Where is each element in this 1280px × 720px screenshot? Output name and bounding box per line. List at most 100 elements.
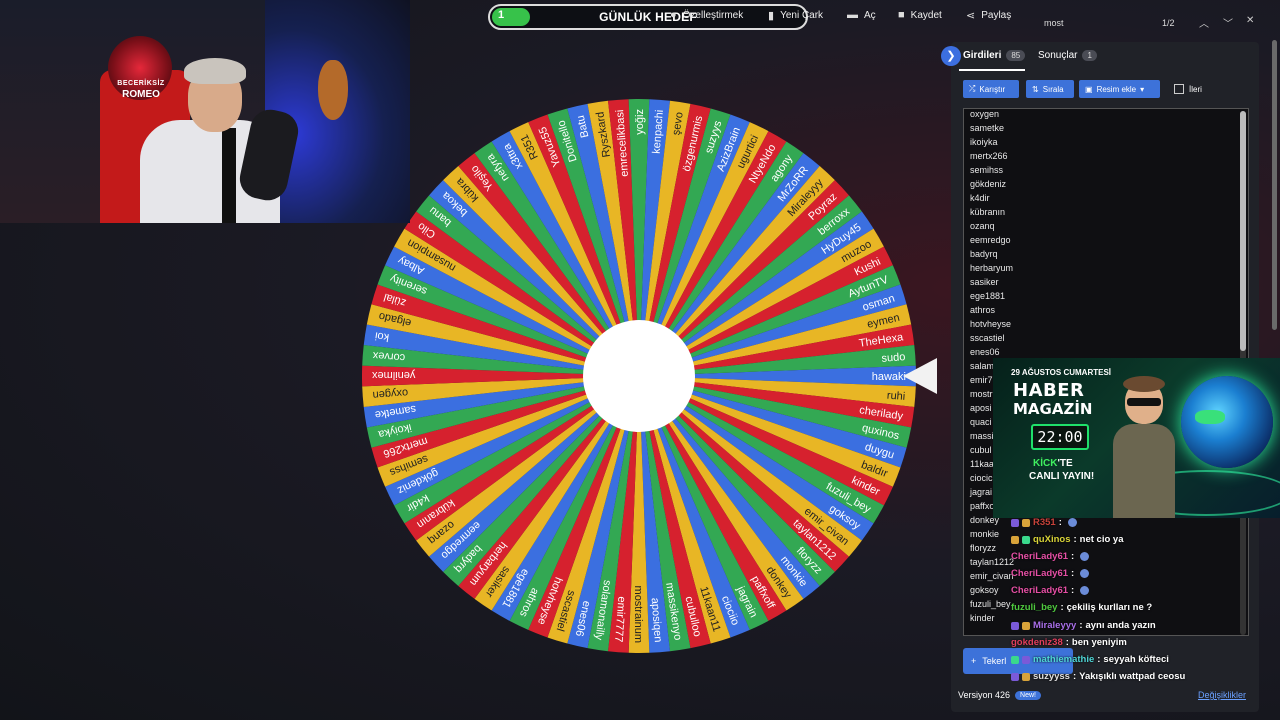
chat-username[interactable]: suzyyss (1033, 671, 1070, 682)
chat-username[interactable]: CheriLady61 (1011, 551, 1068, 562)
version-text: Versiyon 426 (958, 690, 1011, 700)
chat-text: ben yeniyim (1071, 637, 1127, 648)
chat-badge-icon (1011, 621, 1019, 630)
chat-message: suzyyss : Yakışıklı wattpad ceosu (1011, 671, 1185, 682)
save-icon: ■ (898, 9, 905, 21)
top-toolbar: 1 GÜNLÜK HEDEF ● Özelleştirmek ▮ Yeni Ça… (410, 0, 1030, 34)
advanced-checkbox[interactable] (1174, 84, 1184, 94)
plus-icon: + (971, 656, 977, 666)
banner-kick-brand: KİCK (1033, 458, 1058, 469)
entry-line: sasiker (970, 277, 999, 287)
new-wheel-button[interactable]: ▮ Yeni Çark (768, 9, 823, 22)
chat-username[interactable]: Miraleyyy (1033, 620, 1076, 631)
tab-results-label: Sonuçlar (1038, 50, 1078, 61)
entry-line: floryzz (970, 543, 997, 553)
streamer-tie (222, 128, 236, 223)
entry-line: hotvheyse (970, 319, 1012, 329)
tab-results-count: 1 (1082, 50, 1097, 61)
chat-badge-icon (1011, 672, 1019, 681)
chat-message: CheriLady61 : (1011, 551, 1090, 562)
entry-line: oxygen (970, 109, 1000, 119)
chat-username[interactable]: gokdeniz38 (1011, 637, 1063, 648)
new-wheel-label: Yeni Çark (780, 10, 824, 21)
chat-username[interactable]: R351 (1033, 517, 1056, 528)
open-label: Aç (864, 9, 876, 21)
add-wheel-label: Tekerl (982, 656, 1007, 666)
wheel-entry-label: mostrainum (632, 586, 644, 643)
open-button[interactable]: ▬ Aç (847, 9, 876, 21)
add-image-button[interactable]: ▣ Resim ekle ▾ (1079, 80, 1160, 98)
chat-emote-icon (1080, 552, 1090, 561)
streamer-hair (184, 58, 246, 84)
chat-emote-icon (1080, 569, 1090, 578)
collapse-panel-icon[interactable]: ❯ (941, 46, 961, 66)
save-button[interactable]: ■ Kaydet (898, 9, 942, 21)
tab-entries[interactable]: Girdileri 85 (963, 50, 1026, 61)
changes-link[interactable]: Değişiklikler (1198, 690, 1246, 700)
tab-results[interactable]: Sonuçlar 1 (1038, 50, 1097, 61)
tab-entries-label: Girdileri (963, 50, 1002, 61)
logo-text-bottom: ROMEO (122, 89, 160, 100)
wheel-entry-label: yoğiz (634, 109, 646, 135)
guitar-shape (318, 60, 348, 120)
chat-badge-icon (1022, 672, 1030, 681)
find-close-icon[interactable]: ✕ (1246, 15, 1254, 26)
entry-line: eemredgo (970, 235, 1011, 245)
share-label: Paylaş (981, 10, 1012, 21)
chat-badge-icon (1022, 518, 1030, 527)
chat-username[interactable]: fuzuli_bey (1011, 602, 1057, 613)
spin-wheel[interactable]: hawaki ruhi cheriladу quxinos duygu baldır kin… (358, 95, 920, 657)
banner-kick-line: KİCK'TE (1033, 458, 1073, 469)
chat-username[interactable]: mathiemathie (1033, 654, 1094, 665)
save-label: Kaydet (910, 9, 942, 21)
find-input[interactable]: most (1044, 18, 1064, 28)
find-prev-icon[interactable]: ︿ (1199, 15, 1209, 30)
entry-line: sametke (970, 123, 1005, 133)
find-bar: most 1/2 ︿ ﹀ ✕ (1032, 8, 1264, 36)
shuffle-button[interactable]: ⤮ Karıştır (963, 80, 1019, 98)
entry-line: semihss (970, 165, 1004, 175)
customize-button[interactable]: ● Özelleştirmek (670, 9, 743, 21)
entry-line: taylan1212 (970, 557, 1015, 567)
chat-text: aynı anda yazın (1085, 620, 1156, 631)
wheel-pointer-icon (903, 358, 937, 394)
chat-username[interactable]: CheriLady61 (1011, 585, 1068, 596)
tab-entries-count: 85 (1006, 50, 1026, 61)
find-next-icon[interactable]: ﹀ (1223, 15, 1233, 30)
entry-line: k4dir (970, 193, 990, 203)
panel-footer: Versiyon 426 New! Değişiklikler (958, 690, 1252, 700)
wheel-center[interactable] (583, 320, 695, 432)
entry-line: enes06 (970, 347, 1000, 357)
chat-separator: : (1072, 671, 1077, 682)
palette-icon: ● (670, 9, 677, 21)
find-count: 1/2 (1162, 18, 1175, 28)
entry-line: athros (970, 305, 996, 315)
chat-text: seyyah köfteci (1103, 654, 1169, 665)
chevron-down-icon: ▾ (1140, 84, 1145, 94)
chat-emote-icon (1067, 518, 1077, 527)
wheel-graphic[interactable]: hawakiruhicheriladуquxinosduygubaldırkin… (358, 95, 920, 657)
panel-tabs: ❯ Girdileri 85 Sonuçlar 1 (941, 42, 1259, 71)
chat-text: net cio ya (1079, 534, 1124, 545)
chat-separator: : (1097, 654, 1101, 665)
sort-button[interactable]: ⇅ Sırala (1026, 80, 1074, 98)
chat-username[interactable]: CheriLady61 (1011, 568, 1068, 579)
chat-separator: : (1071, 585, 1075, 596)
wheel-entry-label: corvex (372, 349, 406, 363)
entry-line: sscastiel (970, 333, 1005, 343)
banner-title-2: MAGAZİN (1013, 400, 1093, 418)
wheel-entry-label: yenilmex (372, 369, 416, 381)
entries-scroll-thumb[interactable] (1240, 111, 1246, 351)
chat-separator: : (1071, 551, 1075, 562)
share-button[interactable]: ⋖ Paylaş (966, 9, 1011, 22)
chat-username[interactable]: quXinos (1033, 534, 1070, 545)
page-scroll-thumb[interactable] (1272, 40, 1277, 330)
add-image-label: Resim ekle (1096, 84, 1137, 94)
daily-goal-progress: 1 GÜNLÜK HEDEF (488, 4, 808, 30)
shuffle-icon: ⤮ (969, 84, 976, 93)
banner-kick-suffix: 'TE (1057, 458, 1073, 469)
advanced-toggle[interactable]: İleri (1174, 84, 1202, 94)
chat-separator: : (1065, 637, 1069, 648)
shuffle-label: Karıştır (979, 84, 1006, 94)
entry-line: kübranın (970, 207, 1006, 217)
